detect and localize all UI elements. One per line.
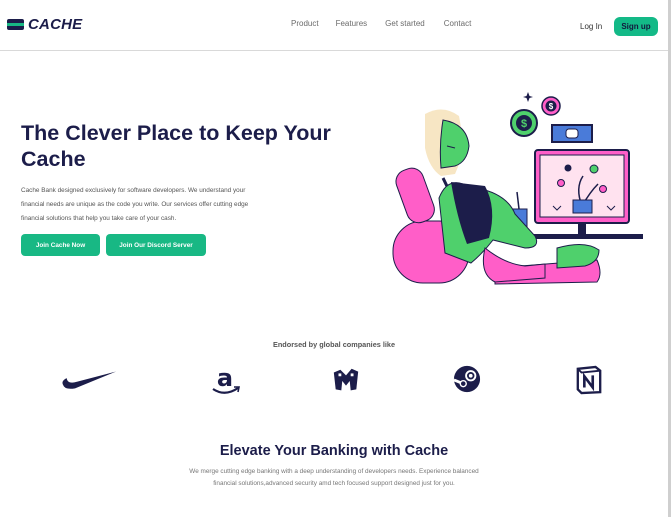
signup-button[interactable]: Sign up [614, 17, 658, 36]
hero-illustration: $ $ [392, 92, 643, 285]
sparkle-icon [523, 92, 533, 102]
steam-logo [452, 364, 482, 394]
coin-icon: $ [510, 109, 538, 137]
hero-description: Cache Bank designed exclusively for soft… [21, 187, 249, 222]
m-badge-icon [333, 368, 359, 391]
company-m-logo [330, 364, 362, 396]
logo[interactable]: CACHE [7, 16, 82, 33]
endorse-heading: Endorsed by global companies like [272, 340, 396, 349]
nav-item-get-started[interactable]: Get started [385, 19, 425, 28]
notion-icon [576, 365, 602, 395]
main-nav: Product Features Get started Contact [291, 19, 471, 28]
svg-text:a: a [217, 364, 233, 392]
nav-item-features[interactable]: Features [336, 19, 368, 28]
svg-text:$: $ [549, 102, 554, 111]
amazon-logo: a [207, 364, 243, 398]
join-discord-button[interactable]: Join Our Discord Server [106, 234, 206, 256]
coin-icon: $ [541, 96, 561, 116]
card-icon [7, 19, 24, 30]
svg-text:$: $ [521, 118, 527, 130]
header-divider [0, 50, 668, 51]
amazon-icon: a [212, 364, 240, 394]
login-link[interactable]: Log In [580, 22, 602, 31]
monitor-icon [534, 149, 630, 234]
section-title: Elevate Your Banking with Cache [219, 443, 449, 459]
hero-title: The Clever Place to Keep Your Cache [21, 121, 331, 171]
join-cache-button[interactable]: Join Cache Now [21, 234, 100, 256]
notion-logo [574, 364, 604, 396]
logo-text: CACHE [28, 16, 83, 33]
nike-logo [60, 364, 120, 394]
section-description: We merge cutting edge banking with a dee… [189, 468, 479, 487]
nav-item-product[interactable]: Product [291, 19, 319, 28]
banknote-icon [551, 124, 593, 143]
nav-item-contact[interactable]: Contact [444, 19, 472, 28]
steam-icon [453, 365, 481, 393]
nike-swoosh-icon [62, 371, 117, 389]
